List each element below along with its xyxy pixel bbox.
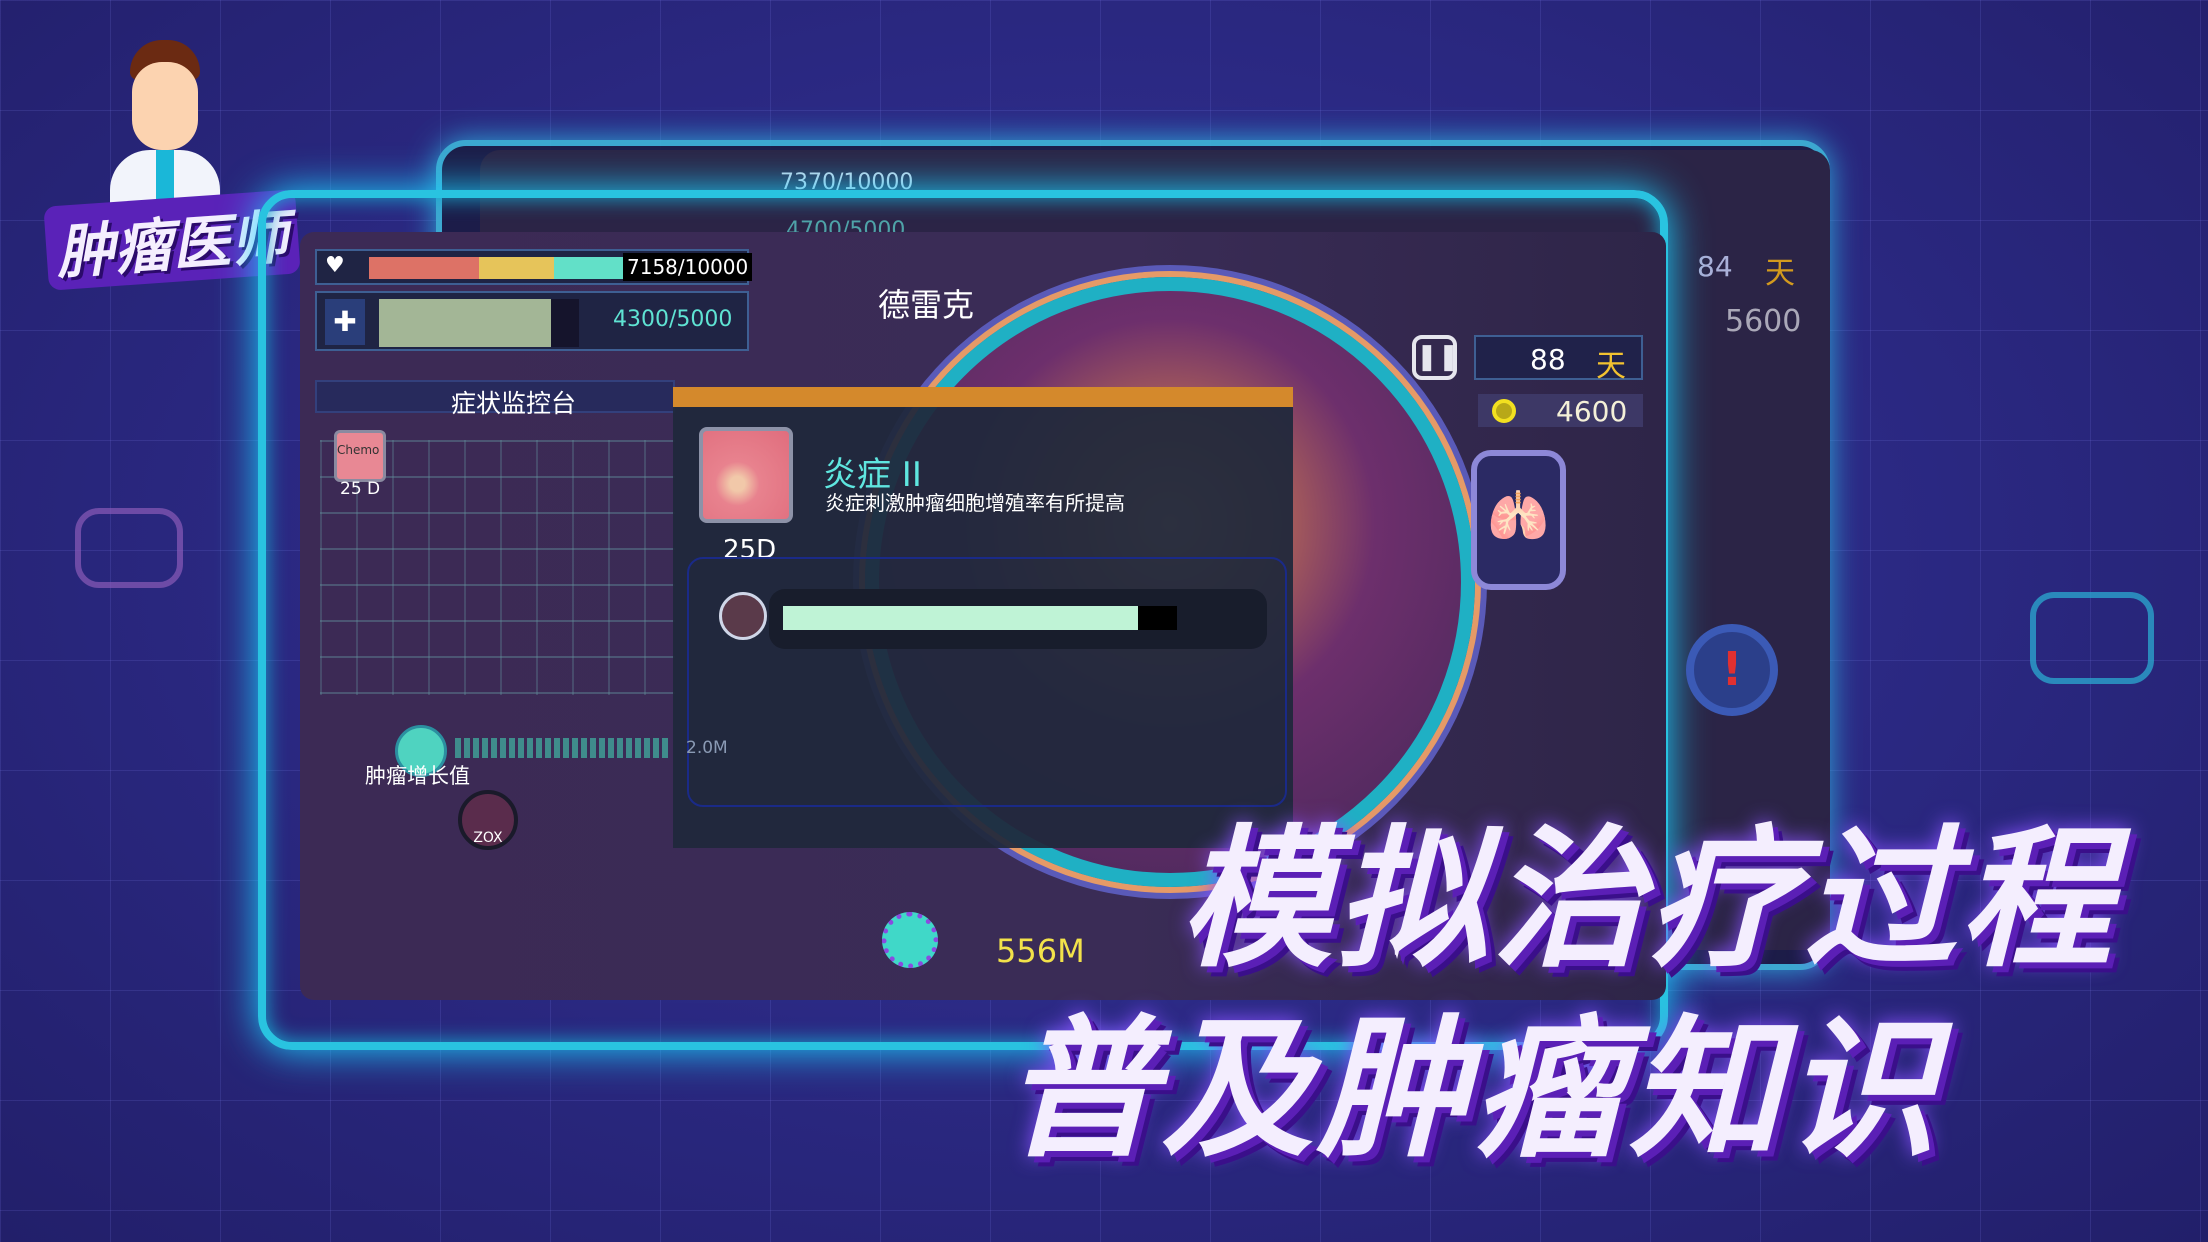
chemo-status-icon[interactable]: Chemo bbox=[334, 430, 386, 482]
syringe-icon bbox=[719, 592, 767, 640]
organ-speech-bubble[interactable]: 🫁 bbox=[1471, 450, 1566, 590]
tumor-size: 556M bbox=[996, 932, 1085, 970]
decor-bubble-left bbox=[75, 508, 183, 588]
treatment-progress-track bbox=[769, 589, 1267, 649]
chemo-days: 25 D bbox=[340, 479, 381, 499]
decor-bubble-right bbox=[2030, 592, 2154, 684]
coin-counter: 4600 bbox=[1478, 394, 1643, 428]
alert-button[interactable]: ! bbox=[1686, 624, 1778, 716]
chemo-label: Chemo bbox=[337, 443, 380, 457]
symptom-image bbox=[699, 427, 793, 523]
coins-value: 4600 bbox=[1556, 395, 1628, 428]
shield-bar bbox=[379, 299, 579, 347]
back-days-value: 84 bbox=[1697, 250, 1733, 283]
doctor-mascot bbox=[110, 40, 220, 230]
health-bar bbox=[369, 257, 629, 279]
axis-label: 2.0M bbox=[686, 738, 728, 758]
patient-name: 德雷克 bbox=[878, 286, 975, 324]
shield-bar-fill bbox=[379, 299, 551, 347]
zox-drug-button[interactable]: ZOX bbox=[458, 790, 518, 850]
symptom-monitor-header: 症状监控台 bbox=[315, 380, 675, 418]
symptom-popup: 25D 炎症 II 炎症刺激肿瘤细胞增殖率有所提高 bbox=[673, 387, 1293, 848]
shield-panel: ✚ 4300/5000 bbox=[315, 291, 749, 351]
back-days-unit: 天 bbox=[1765, 256, 1795, 291]
treatment-progress-fill bbox=[783, 606, 1138, 630]
shield-text: 4300/5000 bbox=[613, 307, 733, 332]
doctor-shield-icon: ✚ bbox=[325, 299, 365, 345]
health-text: 7158/10000 bbox=[623, 253, 753, 281]
coin-icon bbox=[1492, 399, 1516, 423]
back-coins-value: 5600 bbox=[1725, 304, 1802, 339]
monitor-title: 症状监控台 bbox=[451, 389, 577, 418]
days-unit: 天 bbox=[1596, 349, 1626, 384]
health-segment-red bbox=[369, 257, 479, 279]
health-segment-yellow bbox=[479, 257, 554, 279]
days-counter: 88 天 bbox=[1474, 335, 1643, 384]
pause-button[interactable]: ❚❚ bbox=[1412, 335, 1460, 380]
growth-bar-stripes bbox=[455, 738, 670, 758]
symptom-description: 炎症刺激肿瘤细胞增殖率有所提高 bbox=[825, 491, 1125, 515]
virus-icon bbox=[882, 912, 938, 968]
slogan-line-2: 普及肿瘤知识 bbox=[1005, 1001, 1941, 1178]
days-value: 88 bbox=[1530, 343, 1566, 376]
heart-icon: ♥ bbox=[325, 253, 345, 278]
health-panel: ♥ 7158/10000 bbox=[315, 249, 753, 285]
drug-label: ZOX bbox=[473, 830, 503, 846]
health-segment-teal bbox=[554, 257, 629, 279]
growth-label: 肿瘤增长值 bbox=[365, 764, 470, 788]
slogan-line-1: 模拟治疗过程 bbox=[1180, 811, 2116, 988]
